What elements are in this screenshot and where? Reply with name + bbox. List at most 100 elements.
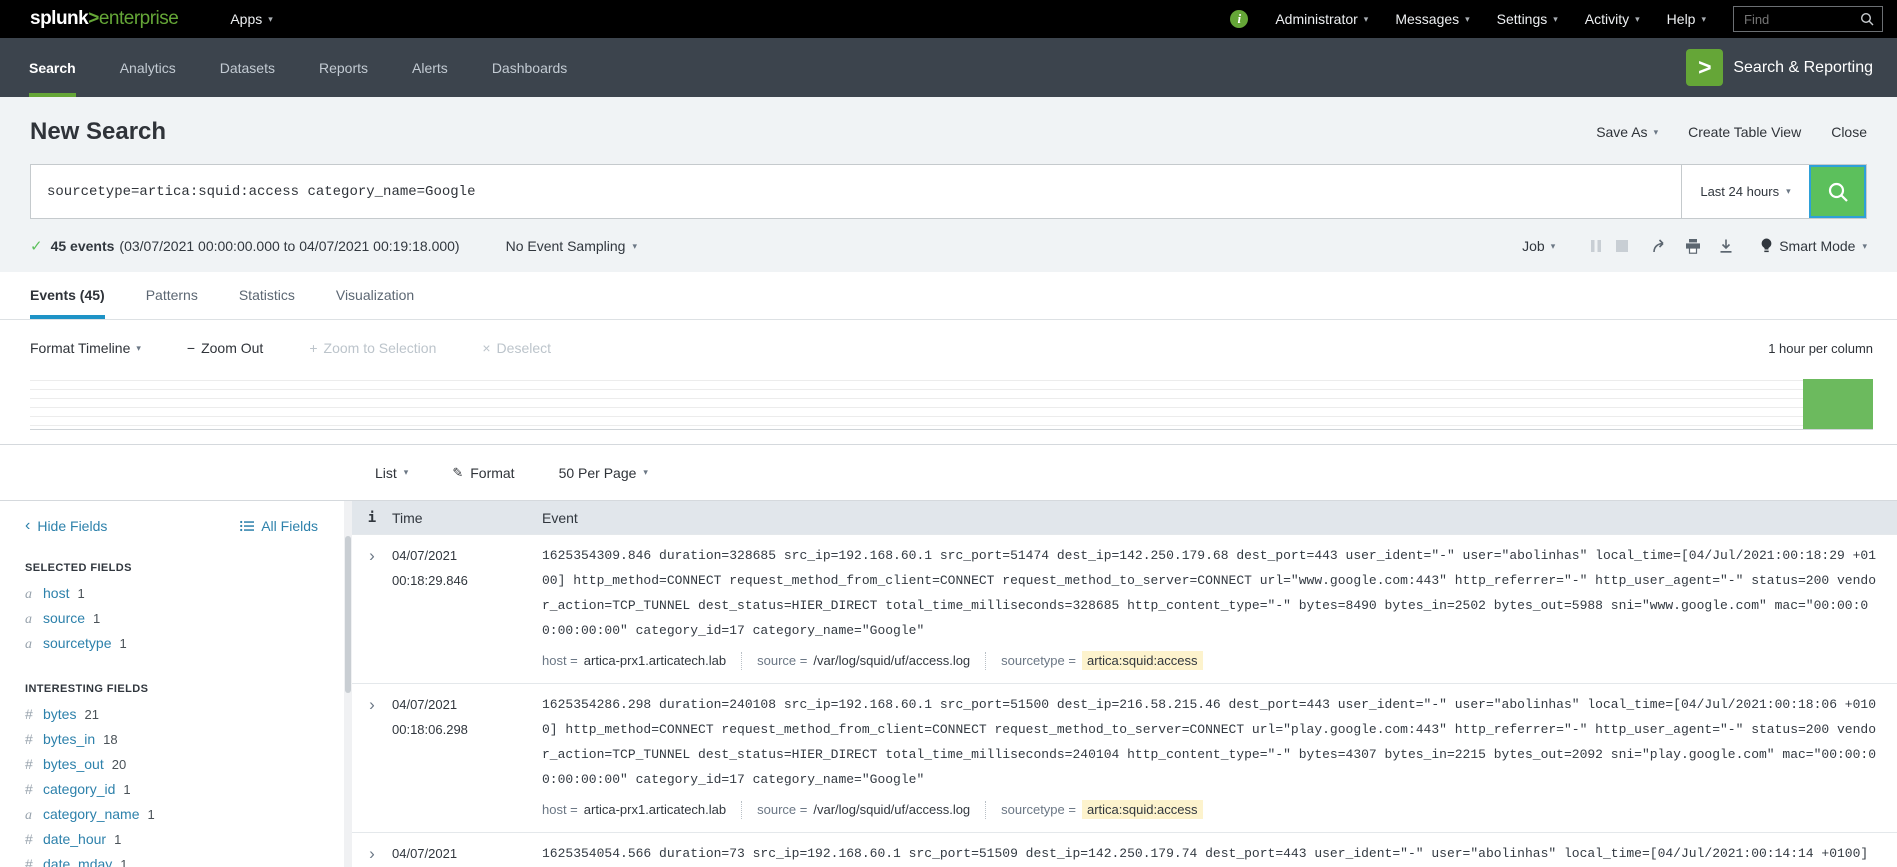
expand-event-chevron-icon[interactable]: ›	[352, 841, 392, 867]
result-tabs: Events (45) Patterns Statistics Visualiz…	[0, 272, 1897, 320]
caret-down-icon: ▾	[643, 467, 648, 477]
host-field-value[interactable]: artica-prx1.articatech.lab	[584, 802, 726, 817]
create-table-view-button[interactable]: Create Table View	[1688, 124, 1801, 140]
splunk-logo[interactable]: splunk>enterprise	[30, 8, 179, 30]
settings-menu[interactable]: Settings ▾	[1497, 11, 1558, 27]
search-query-input[interactable]	[31, 165, 1681, 218]
events-table: i Time Event › 04/07/2021 00:18:29.846 1…	[352, 501, 1897, 867]
nav-tab-datasets[interactable]: Datasets	[220, 38, 275, 97]
search-submit-button[interactable]	[1809, 165, 1866, 218]
field-count: 1	[93, 611, 101, 626]
nav-tab-analytics[interactable]: Analytics	[120, 38, 176, 97]
field-item-category-name[interactable]: a category_name 1	[25, 802, 318, 827]
format-results-label: Format	[470, 464, 515, 481]
search-mode-menu[interactable]: Smart Mode ▾	[1761, 238, 1867, 254]
tab-events[interactable]: Events (45)	[30, 272, 105, 319]
event-sampling-menu[interactable]: No Event Sampling ▾	[506, 238, 637, 254]
source-field-value[interactable]: /var/log/squid/uf/access.log	[813, 802, 970, 817]
numeric-field-icon: #	[25, 831, 33, 847]
format-timeline-menu[interactable]: Format Timeline ▾	[30, 340, 141, 356]
close-button[interactable]: Close	[1831, 124, 1867, 140]
sourcetype-field-value[interactable]: artica:squid:access	[1081, 651, 1203, 670]
tab-patterns[interactable]: Patterns	[146, 272, 198, 319]
activity-menu-label: Activity	[1584, 11, 1630, 27]
numeric-field-icon: #	[25, 731, 33, 747]
save-as-button[interactable]: Save As ▾	[1596, 124, 1658, 140]
field-item-category-id[interactable]: # category_id 1	[25, 777, 318, 802]
messages-menu[interactable]: Messages ▾	[1395, 11, 1469, 27]
sourcetype-field-value[interactable]: artica:squid:access	[1081, 800, 1203, 819]
pause-icon	[1583, 240, 1609, 252]
print-icon[interactable]	[1680, 238, 1706, 254]
system-info-icon[interactable]: i	[1230, 10, 1249, 28]
nav-tab-label: Alerts	[412, 59, 448, 76]
per-page-menu[interactable]: 50 Per Page ▾	[559, 465, 648, 481]
field-item-sourcetype[interactable]: a sourcetype 1	[25, 631, 318, 656]
logo-text-splunk: splunk	[30, 8, 89, 29]
field-count: 1	[120, 857, 128, 867]
chevron-left-icon: ‹	[25, 517, 31, 534]
field-count: 20	[111, 757, 127, 772]
numeric-field-icon: #	[25, 781, 33, 797]
share-icon[interactable]	[1647, 239, 1673, 253]
activity-menu[interactable]: Activity ▾	[1585, 11, 1640, 27]
field-item-host[interactable]: a host 1	[25, 581, 318, 606]
event-raw-text[interactable]: 1625354309.846 duration=328685 src_ip=19…	[542, 543, 1877, 643]
nav-tab-dashboards[interactable]: Dashboards	[492, 38, 568, 97]
field-item-date-mday[interactable]: # date_mday 1	[25, 852, 318, 867]
time-range-picker[interactable]: Last 24 hours ▾	[1681, 165, 1809, 218]
timeline-bar-last-hour[interactable]	[1803, 379, 1873, 429]
source-field-value[interactable]: /var/log/squid/uf/access.log	[813, 653, 970, 668]
timeline-scale-label: 1 hour per column	[1768, 340, 1873, 356]
expand-event-chevron-icon[interactable]: ›	[352, 692, 392, 822]
field-item-date-hour[interactable]: # date_hour 1	[25, 827, 318, 852]
nav-tab-reports[interactable]: Reports	[319, 38, 368, 97]
field-separator	[741, 651, 743, 670]
zoom-to-selection-button[interactable]: + Zoom to Selection	[309, 340, 436, 356]
hide-fields-button[interactable]: ‹ Hide Fields	[25, 517, 107, 535]
expand-event-chevron-icon[interactable]: ›	[352, 543, 392, 673]
zoom-out-button[interactable]: − Zoom Out	[187, 340, 263, 356]
timeline-section: Format Timeline ▾ − Zoom Out + Zoom to S…	[0, 320, 1897, 445]
field-separator	[741, 800, 743, 819]
zoom-to-selection-label: Zoom to Selection	[323, 340, 437, 356]
app-identity[interactable]: > Search & Reporting	[1686, 38, 1873, 97]
app-nav-bar: Search Analytics Datasets Reports Alerts…	[0, 38, 1897, 97]
tab-statistics[interactable]: Statistics	[239, 272, 295, 319]
scrollbar-thumb[interactable]	[345, 536, 351, 693]
deselect-button[interactable]: × Deselect	[482, 340, 551, 356]
list-view-menu[interactable]: List ▾	[375, 465, 408, 481]
event-timeline-chart[interactable]	[30, 372, 1873, 430]
all-fields-button[interactable]: All Fields	[240, 518, 318, 534]
field-name: date_mday	[43, 856, 113, 867]
field-item-bytes[interactable]: # bytes 21	[25, 702, 318, 727]
field-item-bytes-out[interactable]: # bytes_out 20	[25, 752, 318, 777]
event-raw-text[interactable]: 1625354286.298 duration=240108 src_ip=19…	[542, 692, 1877, 792]
apps-menu[interactable]: Apps ▾	[230, 11, 272, 27]
format-results-button[interactable]: ✎ Format	[452, 465, 514, 481]
event-cell: 1625354286.298 duration=240108 src_ip=19…	[542, 692, 1897, 822]
user-menu[interactable]: Administrator ▾	[1275, 11, 1368, 27]
field-name: date_hour	[43, 831, 107, 847]
tab-visualization[interactable]: Visualization	[336, 272, 414, 319]
page-title: New Search	[30, 118, 167, 145]
find-input[interactable]	[1742, 10, 1860, 28]
help-menu[interactable]: Help ▾	[1667, 11, 1706, 27]
export-icon[interactable]	[1713, 239, 1739, 254]
nav-tab-alerts[interactable]: Alerts	[412, 38, 448, 97]
sourcetype-field-label: sourcetype =	[1001, 653, 1076, 668]
settings-menu-label: Settings	[1496, 11, 1548, 27]
job-menu[interactable]: Job ▾	[1522, 238, 1555, 254]
field-item-source[interactable]: a source 1	[25, 606, 318, 631]
logo-chevron: >	[88, 8, 99, 29]
host-field-label: host =	[542, 802, 578, 817]
save-as-label: Save As	[1596, 124, 1648, 140]
field-name: source	[43, 610, 86, 626]
event-date: 04/07/2021	[392, 846, 458, 861]
field-item-bytes-in[interactable]: # bytes_in 18	[25, 727, 318, 752]
nav-tab-search[interactable]: Search	[29, 38, 76, 97]
caret-down-icon: ▾	[1553, 13, 1558, 24]
host-field-value[interactable]: artica-prx1.articatech.lab	[584, 653, 726, 668]
sidebar-scrollbar[interactable]	[344, 501, 352, 867]
event-raw-text[interactable]: 1625354054.566 duration=73 src_ip=192.16…	[542, 841, 1877, 867]
